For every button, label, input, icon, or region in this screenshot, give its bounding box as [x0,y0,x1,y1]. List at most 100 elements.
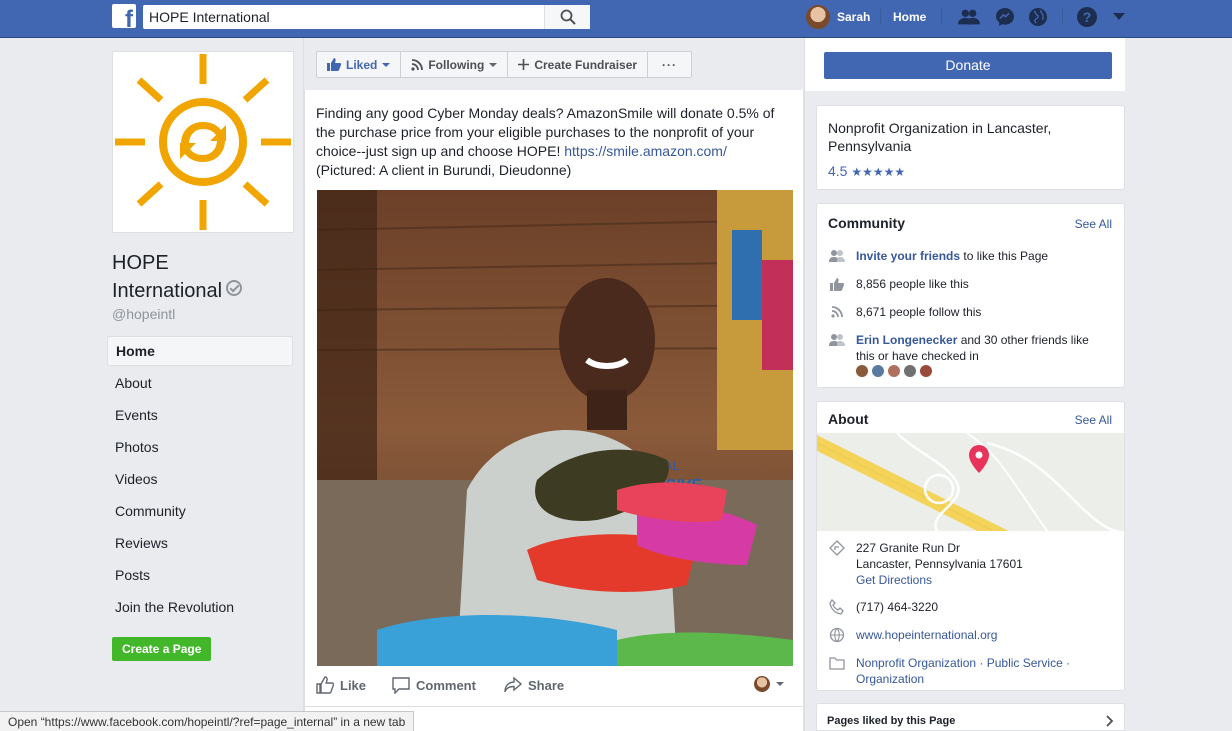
nav-item-community[interactable]: Community [107,496,293,528]
plus-icon [518,59,530,70]
share-label: Share [528,677,565,693]
user-name: Sarah [837,10,871,24]
chevron-down-icon [489,62,498,67]
likes-count-row: 8,856 people like this [828,276,969,292]
website-link[interactable]: www.hopeinternational.org [856,627,997,643]
invite-friends-text: to like this Page [960,249,1049,263]
follows-count: 8,671 people follow this [856,305,982,319]
following-label: Following [428,57,485,72]
verified-badge-icon [226,280,243,296]
community-see-all-link[interactable]: See All [1075,217,1112,231]
divider [941,9,942,25]
phone-row: (717) 464-3220 [828,599,938,615]
address-row: 227 Granite Run Dr Lancaster, Pennsylvan… [828,540,1023,588]
comment-label: Comment [416,677,476,693]
friend-avatars [855,364,935,378]
facebook-logo-icon[interactable]: f [112,4,136,28]
search-icon [560,9,576,25]
nav-item-photos[interactable]: Photos [107,432,293,464]
about-see-all-link[interactable]: See All [1075,413,1112,427]
messenger-icon[interactable] [994,6,1016,28]
about-card: About See All 227 Granite Run Dr Lancast… [816,401,1125,691]
pages-liked-title: Pages liked by this Page [827,715,956,727]
page-profile-picture[interactable] [112,51,294,233]
invite-friends-link[interactable]: Invite your friends [856,249,960,263]
chevron-right-icon[interactable] [1106,715,1114,727]
avatar[interactable] [871,364,885,378]
search-box [143,5,590,29]
rating-stars-icon: ★★★★★ [851,165,906,179]
divider [305,706,803,707]
account-menu-chevron-down-icon[interactable] [1108,6,1130,28]
create-page-button[interactable]: Create a Page [112,637,212,661]
hope-international-logo-icon [115,54,291,230]
likes-count: 8,856 people like this [856,277,969,291]
create-fundraiser-button[interactable]: Create Fundraiser [508,51,649,78]
page-category: Nonprofit Organization in Lancaster, Pen… [828,120,1052,154]
follows-count-row: 8,671 people follow this [828,304,981,320]
post-caption: (Pictured: A client in Burundi, Dieudonn… [316,162,572,178]
svg-text:?: ? [1083,9,1092,25]
about-title: About [828,411,869,427]
like-button[interactable]: Like [316,676,366,694]
website-row: www.hopeinternational.org [828,627,997,643]
home-link[interactable]: Home [893,10,926,24]
nav-item-posts[interactable]: Posts [107,560,293,592]
search-button[interactable] [544,5,590,29]
nav-item-home[interactable]: Home [107,336,293,366]
liked-label: Liked [346,57,378,72]
avatar[interactable] [903,364,917,378]
comment-button[interactable]: Comment [392,676,476,694]
post-text: Finding any good Cyber Monday deals? Ama… [316,104,796,180]
like-label: Like [340,677,367,693]
rating[interactable]: 4.5 ★★★★★ [828,163,905,179]
more-options-button[interactable]: ··· [648,51,693,78]
friend-requests-icon[interactable] [958,6,980,28]
post-as-selector[interactable] [754,676,784,692]
notifications-globe-icon[interactable] [1027,6,1049,28]
category-folder-icon [828,655,846,671]
rating-value: 4.5 [828,163,848,179]
avatar [806,5,830,29]
share-button[interactable]: Share [504,676,564,694]
divider [804,38,805,731]
more-options-label: ··· [662,57,678,72]
friends-like-row: Erin Longenecker and 30 other friends li… [828,332,1108,364]
invite-friends-row: Invite your friends to like this Page [828,248,1048,264]
avatar [754,676,770,692]
location-map[interactable] [817,433,1124,531]
community-title: Community [828,215,905,231]
browser-status-bar: Open “https://www.facebook.com/hopeintl/… [0,711,415,731]
avatar[interactable] [887,364,901,378]
friend-name-link[interactable]: Erin Longenecker [856,333,957,347]
help-icon[interactable]: ? [1076,6,1098,28]
nav-item-videos[interactable]: Videos [107,464,293,496]
nav-item-events[interactable]: Events [107,400,293,432]
nav-item-reviews[interactable]: Reviews [107,528,293,560]
amazon-smile-link[interactable]: https://smile.amazon.com/ [564,143,727,159]
avatar[interactable] [855,364,869,378]
get-directions-link[interactable]: Get Directions [856,573,932,587]
thumbs-up-icon [327,58,341,71]
page-title: HOPE International [112,249,292,305]
nav-item-join-the-revolution[interactable]: Join the Revolution [107,592,293,624]
following-button[interactable]: Following [401,51,509,78]
profile-link[interactable]: Sarah [806,5,870,29]
post-photo[interactable]: ANNUAL RESSIVE [317,190,793,666]
phone-number: (717) 464-3220 [856,600,939,614]
page-title-line: International [112,280,223,302]
liked-button[interactable]: Liked [316,51,402,78]
phone-icon [828,599,846,615]
page-action-buttons: Liked Following Create Fundraiser ··· [316,51,693,78]
pages-liked-card[interactable]: Pages liked by this Page [816,703,1125,731]
chevron-down-icon [382,62,391,67]
categories-link[interactable]: Nonprofit Organization · Public Service … [856,655,1088,687]
nav-item-about[interactable]: About [107,368,293,400]
search-input[interactable] [143,5,538,29]
rss-follow-icon [828,304,846,320]
page-info-card: Nonprofit Organization in Lancaster, Pen… [816,105,1125,190]
donate-button[interactable]: Donate [824,52,1112,79]
page-username[interactable]: @hopeintl [112,306,175,322]
photo-man-holding-sandals: ANNUAL RESSIVE [317,190,793,666]
avatar[interactable] [919,364,933,378]
